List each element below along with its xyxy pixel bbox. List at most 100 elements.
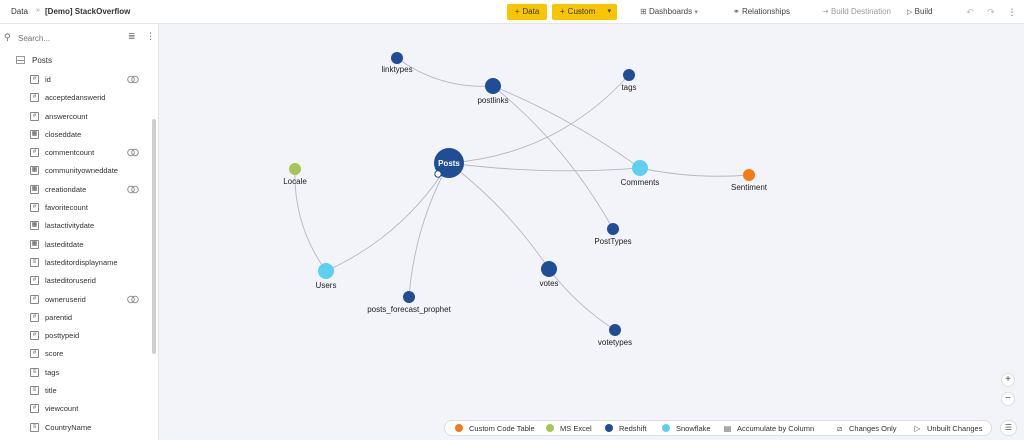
node-label: PostTypes [594, 237, 631, 246]
dashboards-menu[interactable]: ⊞ Dashboards ▾ [640, 4, 698, 20]
field-name: lastactivitydate [45, 221, 95, 231]
field-row[interactable]: # score [0, 346, 150, 364]
number-type-icon: # [30, 276, 39, 286]
relationship-edge[interactable] [639, 167, 750, 177]
relationship-edge[interactable] [448, 74, 630, 164]
blue-dot-icon [605, 424, 613, 432]
date-type-icon: ▦ [30, 221, 39, 231]
node-locale[interactable] [289, 163, 301, 175]
field-row[interactable]: # id [0, 72, 150, 90]
more-vertical-icon[interactable]: ⋮ [1006, 5, 1018, 19]
node-postlinks[interactable] [485, 78, 501, 94]
node-label: Comments [621, 178, 660, 187]
field-name: lasteditoruserid [45, 276, 96, 286]
field-row[interactable]: # acceptedanswerid [0, 90, 150, 108]
changes-icon: ⧄ [836, 424, 843, 433]
number-type-icon: # [30, 203, 39, 213]
date-type-icon: ▦ [30, 184, 39, 194]
field-name: acceptedanswerid [45, 93, 106, 103]
add-custom-button[interactable]: + Custom ▾ [552, 4, 617, 20]
field-name: title [45, 386, 57, 396]
node-users[interactable] [318, 263, 334, 279]
legend-changes-only: ⧄ Changes Only [836, 424, 897, 433]
list-view-icon[interactable]: ≣ [128, 31, 136, 42]
field-row[interactable]: # owneruserid [0, 292, 150, 310]
node-tags[interactable] [623, 69, 635, 81]
legend-custom-code-table: Custom Code Table [455, 424, 535, 433]
relationship-canvas[interactable]: Posts linktypes postlinks tags Locale Comment… [159, 24, 1024, 440]
node-votetypes[interactable] [609, 324, 621, 336]
field-row[interactable]: # lasteditoruserid [0, 273, 150, 291]
node-votes[interactable] [541, 261, 557, 277]
project-title[interactable]: [Demo] StackOverflow [45, 7, 130, 16]
redo-icon[interactable]: ↷ [985, 5, 997, 19]
relationship-link-icon[interactable] [127, 185, 139, 194]
node-label: linktypes [381, 65, 412, 74]
search-bar: ⚲ ≣ ⋮ [4, 31, 155, 46]
number-type-icon: # [30, 294, 39, 304]
field-row[interactable]: ≡ CountryName [0, 420, 150, 438]
relationship-link-icon[interactable] [127, 295, 139, 304]
unbuilt-badge-icon [434, 170, 442, 178]
breadcrumb-separator: » [36, 7, 40, 14]
build-destination-button[interactable]: ⇢ Build Destination [822, 4, 891, 20]
field-row[interactable]: # posttypeid [0, 328, 150, 346]
breadcrumb-data[interactable]: Data [11, 7, 28, 16]
field-name: closeddate [45, 129, 82, 139]
legend-unbuilt-changes: ▷ Unbuilt Changes [914, 424, 983, 433]
node-label: Posts [438, 159, 460, 168]
field-row[interactable]: # viewcount [0, 401, 150, 419]
field-row[interactable]: # commentcount [0, 145, 150, 163]
build-button[interactable]: ▷ Build [907, 4, 932, 20]
zoom-out-button[interactable]: − [1001, 392, 1015, 406]
relationship-link-icon[interactable] [127, 75, 139, 84]
relationship-edge[interactable] [325, 162, 450, 272]
undo-icon[interactable]: ↶ [964, 5, 976, 19]
field-name: tags [45, 367, 60, 377]
relationship-graph[interactable]: Posts linktypes postlinks tags Locale Comment… [159, 24, 1024, 440]
node-posttypes[interactable] [607, 223, 619, 235]
calendar-icon: ▤ [723, 424, 732, 433]
text-type-icon: ≡ [30, 422, 39, 432]
add-data-button[interactable]: + Data [507, 4, 547, 20]
field-row[interactable]: ▦ lasteditdate [0, 237, 150, 255]
relationship-link-icon[interactable] [127, 148, 139, 157]
node-label: votetypes [598, 338, 632, 347]
field-row[interactable]: # parentid [0, 310, 150, 328]
date-type-icon: ▦ [30, 239, 39, 249]
node-linktypes[interactable] [391, 52, 403, 64]
field-row[interactable]: ▦ closeddate [0, 127, 150, 145]
plus-icon: + [560, 7, 565, 16]
search-icon: ⚲ [4, 32, 11, 42]
search-input[interactable] [18, 32, 118, 45]
field-name: owneruserid [45, 294, 86, 304]
unbuilt-icon: ▷ [914, 424, 921, 433]
relationship-edge[interactable] [448, 162, 550, 270]
relationships-button[interactable]: ⚭ Relationships [733, 4, 790, 20]
node-label: tags [621, 83, 636, 92]
field-row[interactable]: # favoritecount [0, 200, 150, 218]
field-row[interactable]: ≡ title [0, 383, 150, 401]
field-row[interactable]: # answercount [0, 109, 150, 127]
more-vertical-icon[interactable]: ⋮ [146, 31, 155, 42]
relationship-edge[interactable] [408, 162, 450, 298]
field-row[interactable]: ▦ creationdate [0, 182, 150, 200]
node-sentiment[interactable] [743, 169, 755, 181]
legend-list-button[interactable]: ☰ [1000, 420, 1017, 436]
node-posts-forecast-prophet[interactable] [403, 291, 415, 303]
number-type-icon: # [30, 148, 39, 158]
number-type-icon: # [30, 111, 39, 121]
sidebar-table-posts[interactable]: Posts [16, 55, 52, 67]
field-row[interactable]: ≡ tags [0, 365, 150, 383]
field-row[interactable]: ▦ lastactivitydate [0, 218, 150, 236]
relationship-edge[interactable] [548, 268, 616, 331]
relationship-edge[interactable] [448, 162, 641, 172]
field-row[interactable]: ▦ communityowneddate [0, 163, 150, 181]
legend-snowflake: Snowflake [662, 424, 711, 433]
field-name: CountryName [45, 422, 92, 432]
field-row[interactable]: ≡ lasteditordisplayname [0, 255, 150, 273]
zoom-in-button[interactable]: + [1001, 373, 1015, 387]
table-icon [16, 56, 25, 64]
sidebar-scrollbar[interactable] [152, 119, 156, 354]
node-comments[interactable] [632, 160, 648, 176]
